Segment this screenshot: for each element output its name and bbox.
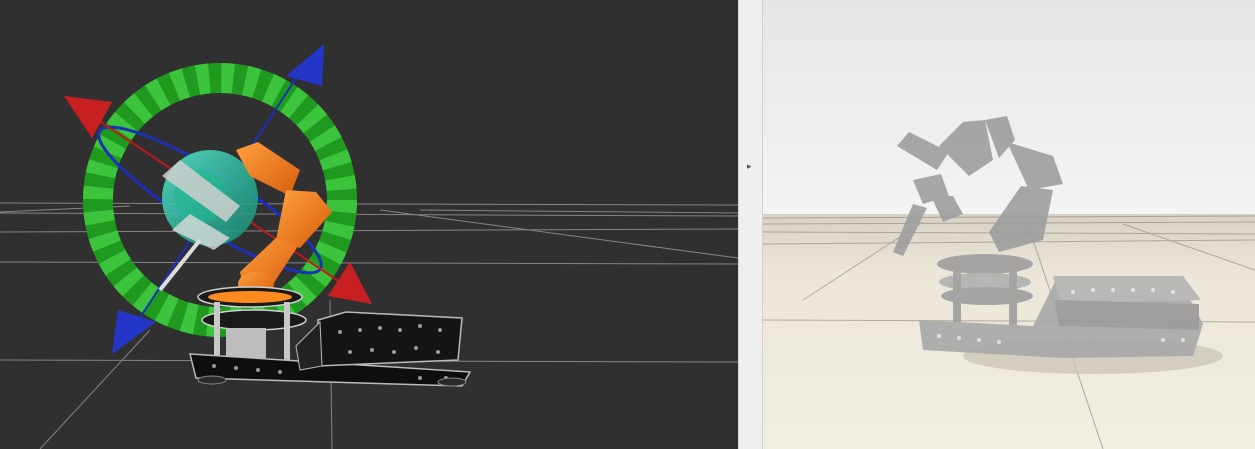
view-splitter[interactable]: ▸ <box>738 0 763 449</box>
gazebo-sky <box>763 0 1255 218</box>
gazebo-scene[interactable] <box>763 0 1255 449</box>
rviz-scene[interactable] <box>0 0 738 449</box>
gazebo-3d-viewport[interactable] <box>763 0 1255 449</box>
collapse-arrow-icon[interactable]: ▸ <box>747 161 752 173</box>
rviz-3d-viewport[interactable] <box>0 0 738 449</box>
